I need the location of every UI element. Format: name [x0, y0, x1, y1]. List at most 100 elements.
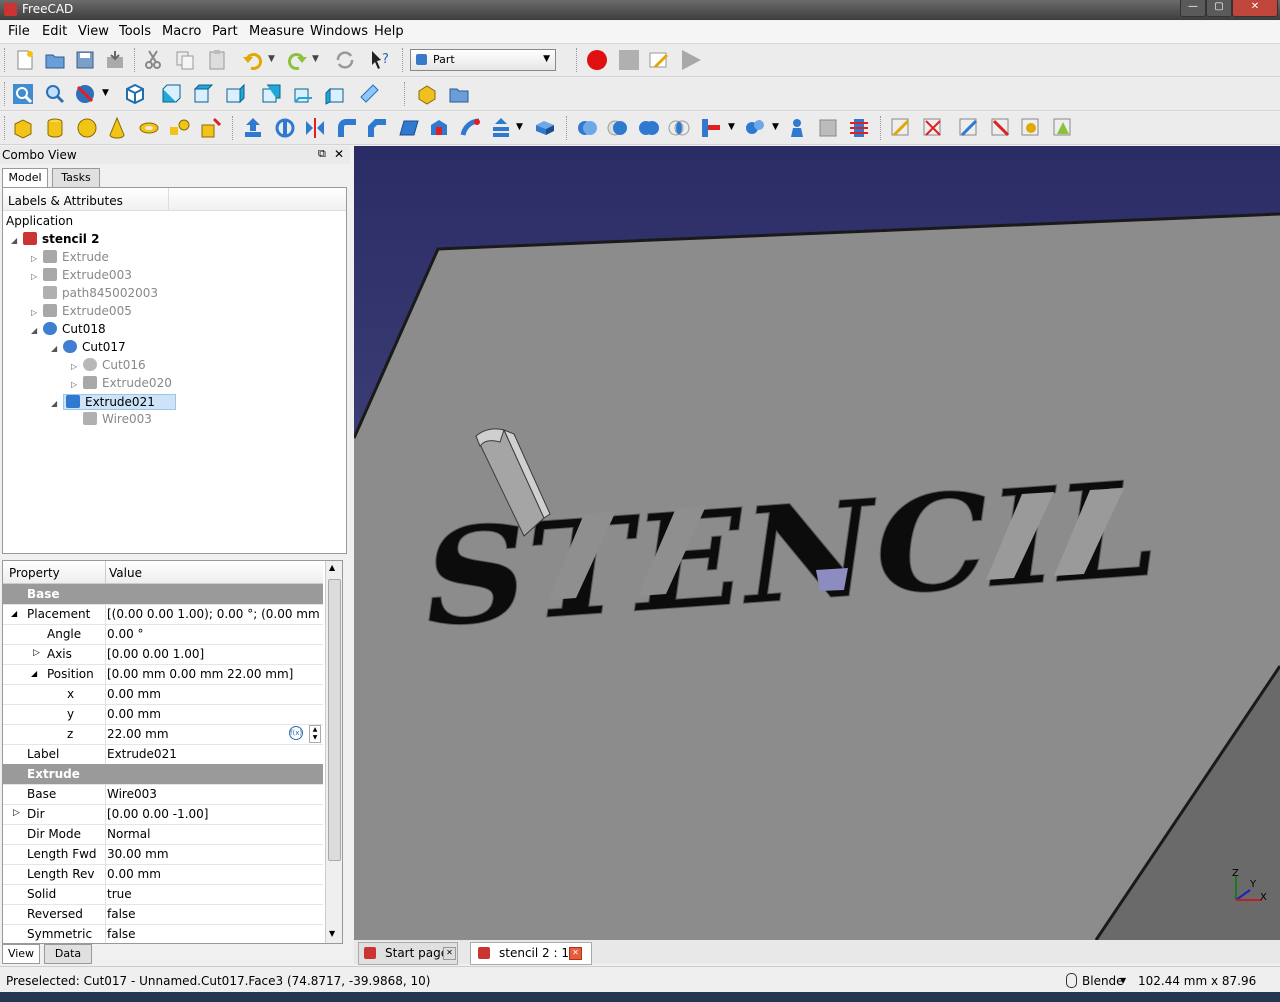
tree-node-cut018[interactable]: ◢ Cut018: [31, 322, 106, 340]
property-row-length-rev[interactable]: Length Rev 0.00 mm: [3, 864, 323, 885]
property-row-dir[interactable]: ▷ Dir [0.00 0.00 -1.00]: [3, 804, 323, 825]
spinbox-arrows-icon[interactable]: ▲ ▼: [309, 725, 321, 743]
open-icon[interactable]: [44, 49, 66, 71]
expanded-arrow-icon[interactable]: ◢: [51, 344, 63, 353]
tab-model[interactable]: Model: [2, 168, 48, 188]
expanded-arrow-icon[interactable]: ◢: [11, 236, 23, 245]
cross-sections-icon[interactable]: [848, 117, 870, 139]
cylinder-icon[interactable]: [44, 117, 66, 139]
property-group-extrude[interactable]: Extrude: [3, 764, 323, 785]
extrude-icon[interactable]: [242, 117, 264, 139]
tree-node-path[interactable]: path845002003: [31, 286, 158, 304]
tree-node-extrude005[interactable]: ▷ Extrude005: [31, 304, 132, 322]
property-group-base[interactable]: Base: [3, 584, 323, 605]
cut-icon[interactable]: [142, 49, 164, 71]
macro-stop-icon[interactable]: [618, 49, 640, 71]
measure-toggle-delta-icon[interactable]: [1052, 117, 1074, 139]
thickness-icon[interactable]: [534, 117, 556, 139]
create-group-icon[interactable]: [448, 83, 470, 105]
menu-tools[interactable]: Tools: [119, 24, 151, 39]
paste-icon[interactable]: [206, 49, 228, 71]
toolbar-grip[interactable]: [4, 116, 8, 140]
measure-refresh-icon[interactable]: [958, 117, 980, 139]
close-tab-icon[interactable]: ✕: [443, 947, 456, 960]
measure-toggle-3d-icon[interactable]: [1020, 117, 1042, 139]
expression-icon[interactable]: f(x): [289, 726, 303, 740]
menu-file[interactable]: File: [8, 24, 30, 39]
expanded-arrow-icon[interactable]: ◢: [11, 609, 17, 618]
menu-macro[interactable]: Macro: [162, 24, 201, 39]
property-row-reversed[interactable]: Reversed false: [3, 904, 323, 925]
collapsed-arrow-icon[interactable]: ▷: [13, 808, 20, 818]
3d-scene[interactable]: STENCIL: [354, 146, 1280, 940]
tree-node-extrude020[interactable]: ▷ Extrude020: [71, 376, 172, 394]
property-row-angle[interactable]: Angle 0.00 °: [3, 624, 323, 645]
navigation-style[interactable]: Blende: [1082, 974, 1124, 988]
tab-tasks[interactable]: Tasks: [52, 168, 100, 188]
property-row-y[interactable]: y 0.00 mm: [3, 704, 323, 725]
collapsed-arrow-icon[interactable]: ▷: [71, 380, 83, 389]
draw-style-icon[interactable]: [74, 83, 96, 105]
fuse-icon[interactable]: [638, 117, 660, 139]
workbench-selector[interactable]: Part ▼: [410, 49, 556, 71]
tab-view[interactable]: View: [2, 944, 40, 964]
split-dropdown-icon[interactable]: ▼: [772, 122, 779, 132]
macro-record-icon[interactable]: [586, 49, 608, 71]
undo-dropdown-icon[interactable]: ▼: [268, 54, 275, 64]
create-part-icon[interactable]: [416, 83, 438, 105]
collapsed-arrow-icon[interactable]: ▷: [33, 648, 40, 658]
draw-style-dropdown-icon[interactable]: ▼: [102, 88, 109, 98]
tab-start-page[interactable]: Start page ✕: [358, 942, 458, 965]
menu-windows[interactable]: Windows: [310, 24, 368, 39]
measure-clear-icon[interactable]: [990, 117, 1012, 139]
menu-edit[interactable]: Edit: [42, 24, 67, 39]
fit-all-icon[interactable]: [12, 83, 34, 105]
view-top-icon[interactable]: [192, 83, 214, 105]
measure-linear-icon[interactable]: [890, 117, 912, 139]
property-row-length-fwd[interactable]: Length Fwd 30.00 mm: [3, 844, 323, 865]
sweep-icon[interactable]: [460, 117, 482, 139]
join-dropdown-icon[interactable]: ▼: [728, 122, 735, 132]
property-row-x[interactable]: x 0.00 mm: [3, 684, 323, 705]
revolve-icon[interactable]: [274, 117, 296, 139]
torus-icon[interactable]: [138, 117, 160, 139]
cut-boolean-icon[interactable]: [606, 117, 628, 139]
toolbar-grip[interactable]: [880, 116, 884, 140]
scroll-up-icon[interactable]: ▲: [329, 563, 335, 572]
property-row-solid[interactable]: Solid true: [3, 884, 323, 905]
tree-node-extrude021[interactable]: ◢ Extrude021: [51, 394, 176, 412]
tree-node-extrude[interactable]: ▷ Extrude: [31, 250, 109, 268]
toolbar-grip[interactable]: [404, 82, 408, 106]
tab-stencil-document[interactable]: stencil 2 : 1* ✕: [470, 942, 592, 965]
view-front-icon[interactable]: [160, 83, 182, 105]
property-row-symmetric[interactable]: Symmetric false: [3, 924, 323, 943]
measure-angular-icon[interactable]: [922, 117, 944, 139]
scroll-down-icon[interactable]: ▼: [329, 929, 335, 938]
property-row-position[interactable]: ◢ Position [0.00 mm 0.00 mm 22.00 mm]: [3, 664, 323, 685]
toolbar-grip[interactable]: [134, 48, 138, 72]
navigation-dropdown-icon[interactable]: ▼: [1120, 976, 1126, 985]
fit-selection-icon[interactable]: [44, 83, 66, 105]
expanded-arrow-icon[interactable]: ◢: [51, 399, 63, 408]
toolbar-grip[interactable]: [566, 116, 570, 140]
toolbar-grip[interactable]: [4, 82, 8, 106]
save-as-icon[interactable]: [104, 49, 126, 71]
property-row-placement[interactable]: ◢ Placement [(0.00 0.00 1.00); 0.00 °; (0.…: [3, 604, 323, 625]
tree-node-wire003[interactable]: Wire003: [71, 412, 152, 430]
view-isometric-icon[interactable]: [124, 83, 146, 105]
tree-node-extrude003[interactable]: ▷ Extrude003: [31, 268, 132, 286]
property-row-z[interactable]: z 22.00 mm f(x) ▲ ▼: [3, 724, 323, 745]
undo-icon[interactable]: [242, 49, 264, 71]
macro-edit-icon[interactable]: [648, 49, 670, 71]
menu-part[interactable]: Part: [212, 24, 238, 39]
property-row-label[interactable]: Label Extrude021: [3, 744, 323, 765]
loft-icon[interactable]: [428, 117, 450, 139]
close-tab-icon[interactable]: ✕: [569, 947, 582, 960]
maximize-button[interactable]: ▢: [1206, 0, 1232, 17]
property-row-base[interactable]: Base Wire003: [3, 784, 323, 805]
measure-distance-icon[interactable]: [358, 83, 380, 105]
expanded-arrow-icon[interactable]: ◢: [31, 669, 37, 678]
collapsed-arrow-icon[interactable]: ▷: [71, 362, 83, 371]
macro-run-icon[interactable]: [680, 49, 702, 71]
fillet-icon[interactable]: [336, 117, 358, 139]
